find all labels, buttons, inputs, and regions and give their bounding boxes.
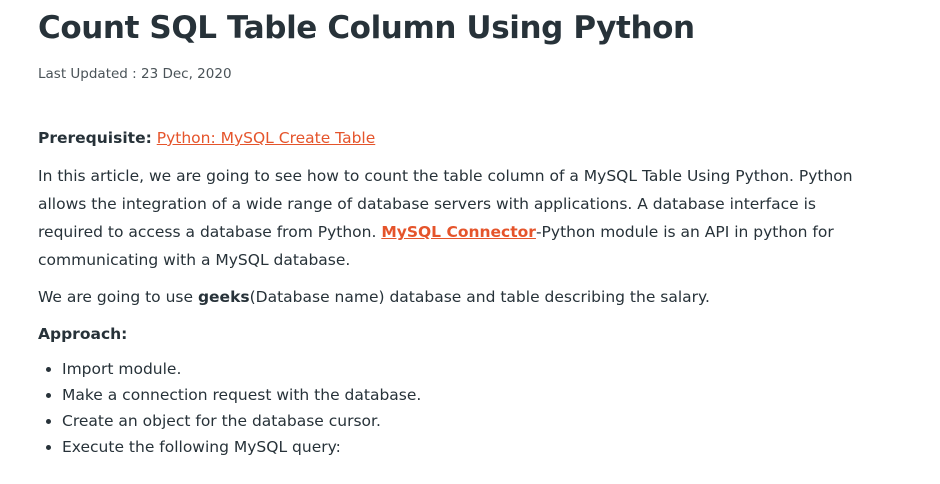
- prerequisite-link[interactable]: Python: MySQL Create Table: [157, 129, 376, 147]
- approach-steps-list: Import module. Make a connection request…: [38, 356, 858, 460]
- article-title: Count SQL Table Column Using Python: [38, 10, 695, 46]
- list-item: Execute the following MySQL query:: [62, 434, 858, 460]
- mysql-connector-link[interactable]: MySQL Connector: [381, 223, 536, 241]
- intro-paragraph: In this article, we are going to see how…: [38, 162, 858, 274]
- prerequisite-label: Prerequisite:: [38, 129, 152, 147]
- database-text-part2: (Database name) database and table descr…: [249, 288, 710, 306]
- list-item: Make a connection request with the datab…: [62, 382, 858, 408]
- database-paragraph: We are going to use geeks(Database name)…: [38, 283, 858, 311]
- approach-label: Approach:: [38, 325, 128, 343]
- article-content: Prerequisite: Python: MySQL Create Table…: [38, 124, 858, 460]
- last-updated-date: Last Updated : 23 Dec, 2020: [38, 66, 232, 82]
- list-item: Create an object for the database cursor…: [62, 408, 858, 434]
- approach-heading: Approach:: [38, 320, 858, 348]
- database-name: geeks: [197, 288, 250, 306]
- prerequisite-paragraph: Prerequisite: Python: MySQL Create Table: [38, 124, 858, 152]
- article: Count SQL Table Column Using Python Last…: [0, 0, 940, 484]
- list-item: Import module.: [62, 356, 858, 382]
- database-text-part1: We are going to use: [38, 288, 198, 306]
